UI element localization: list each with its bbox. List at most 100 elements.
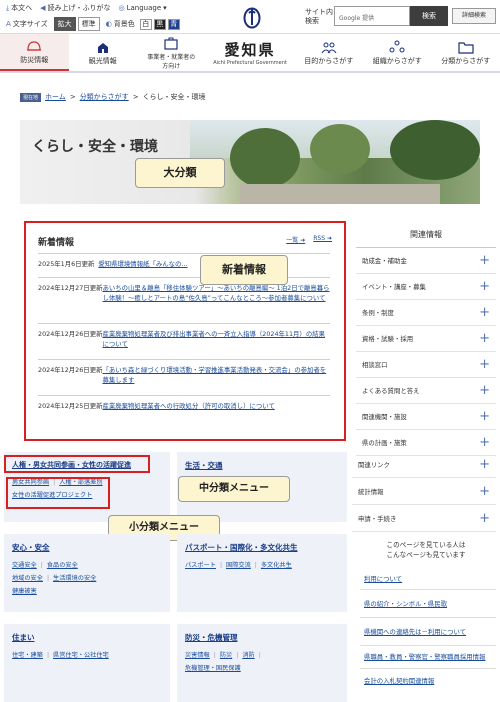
logo-subtitle: Aichi Prefectural Government (213, 60, 287, 66)
sub-category-links: 交通安全 | 食品の安全 地域の安全 | 生活環境の安全 健康被害 (12, 562, 97, 595)
text-size-standard-button[interactable]: 標準 (77, 17, 100, 31)
sub-category-link[interactable]: 多文化共生 (261, 562, 292, 569)
sub-category-highlight (6, 477, 110, 509)
nav-logo[interactable]: 愛知県 Aichi Prefectural Government (206, 34, 295, 71)
nav-disaster-info[interactable]: 防災情報 (0, 34, 69, 71)
plus-icon: + (479, 484, 490, 499)
popular-pages-list: 利用について 県の紹介・シンボル・県民歌 県機関への連絡先は－利用について 県職… (360, 568, 496, 692)
prefecture-emblem-icon (243, 7, 261, 29)
hero-photo-path (240, 184, 440, 204)
language-link[interactable]: ◎ Language ▾ (119, 3, 167, 13)
sidebar-section-statistics[interactable]: 統計情報 + (352, 479, 496, 505)
sidebar-item-consultation[interactable]: 相談窓口 + (356, 352, 496, 378)
mid-category-link[interactable]: 防災・危機管理 (185, 632, 339, 643)
sub-category-links: 災害情報 | 防災 | 消防 | 危機管理・国民保護 (185, 652, 261, 672)
nav-tourism-info[interactable]: 観光情報 (69, 34, 138, 71)
sub-category-link[interactable]: 生活環境の安全 (53, 575, 96, 582)
popular-page-link[interactable]: 会計の入札契約関連情報 (360, 669, 496, 692)
search-button[interactable]: 検索 (410, 6, 448, 26)
read-aloud-link[interactable]: ◀ 読み上げ・ふりがな (40, 3, 110, 13)
popular-page-link[interactable]: 県職員・教員・警察官・警察職員採用情報 (360, 646, 496, 669)
news-title: 新着情報 (38, 238, 75, 248)
bg-white-button[interactable]: 白 (139, 18, 152, 30)
breadcrumb-home[interactable]: ホーム (45, 92, 66, 102)
news-header-links: 一覧 ➜ RSS ➜ (286, 235, 332, 244)
nav-by-category[interactable]: 分類からさがす (432, 34, 500, 71)
utility-links: ⤓ 本文へ ◀ 読み上げ・ふりがな ◎ Language ▾ (6, 3, 167, 13)
popular-page-link[interactable]: 県機関への連絡先は－利用について (360, 618, 496, 646)
plus-icon: + (479, 383, 490, 398)
category-international: パスポート・国際化・多文化共生 パスポート | 国際交流 | 多文化共生 (177, 534, 347, 612)
rss-link[interactable]: RSS ➜ (313, 235, 332, 244)
skip-to-main-link[interactable]: ⤓ 本文へ (6, 3, 32, 13)
news-item-link[interactable]: 産業廃棄物処理業者及び排出事業者への一斉立入指導（2024年11月）の結果につい… (102, 329, 330, 354)
category-disaster-prevention: 防災・危機管理 災害情報 | 防災 | 消防 | 危機管理・国民保護 (177, 624, 347, 702)
castle-icon (97, 42, 108, 53)
sidebar-item-events[interactable]: イベント・講座・募集 + (356, 274, 496, 300)
plus-icon: + (479, 511, 490, 526)
news-section: 新着情報 一覧 ➜ RSS ➜ 2025年1月6日更新 愛知県環境情報紙「みんな… (24, 221, 346, 441)
text-size-icon: A (6, 20, 11, 28)
sub-category-link[interactable]: 危機管理・国民保護 (185, 665, 241, 672)
sub-category-link[interactable]: パスポート (185, 562, 216, 569)
text-size-large-button[interactable]: 拡大 (53, 17, 76, 31)
sub-category-link[interactable]: 防災 (220, 652, 232, 659)
news-item-link[interactable]: 産業廃棄物処理業者への行政処分（許可の取消し）について (102, 401, 274, 416)
background-color-label: 背景色 (113, 20, 135, 28)
news-list-link[interactable]: 一覧 ➜ (286, 235, 305, 244)
hero-photo-tree (390, 120, 480, 180)
sub-category-link[interactable]: 県営住宅・公社住宅 (53, 652, 109, 659)
mid-category-callout: 中分類メニュー (178, 476, 290, 502)
mid-category-link[interactable]: 安心・安全 (12, 542, 162, 553)
sidebar-section-applications[interactable]: 申請・手続き + (352, 506, 496, 532)
sidebar-section-related-links[interactable]: 関連リンク + (352, 452, 496, 478)
current-location-badge: 現在地 (20, 92, 42, 102)
search-input[interactable]: Google 提供 (334, 6, 410, 26)
speaker-icon: ◀ (40, 4, 46, 12)
sub-category-link[interactable]: 食品の安全 (47, 562, 78, 569)
sidebar-item-qualifications[interactable]: 資格・試験・採用 + (356, 326, 496, 352)
mid-category-link[interactable]: 住まい (12, 632, 162, 643)
news-item: 2024年12月26日更新 産業廃棄物処理業者及び排出事業者への一斉立入指導（2… (38, 323, 330, 359)
nav-by-organization[interactable]: 組織からさがす (363, 34, 432, 71)
nav-by-purpose[interactable]: 目的からさがす (295, 34, 364, 71)
mid-category-link[interactable]: パスポート・国際化・多文化共生 (185, 542, 339, 553)
category-safety: 安心・安全 交通安全 | 食品の安全 地域の安全 | 生活環境の安全 健康被害 (4, 534, 170, 612)
plus-icon: + (479, 357, 490, 372)
popular-pages-heading: このページを見ている人は こんなページも見ています (386, 541, 466, 559)
news-item-link[interactable]: 「あいち森と緑づくり環境活動・学習推進事業活動発表・交流会」の参加者を募集します (102, 365, 330, 390)
arrow-down-icon: ⤓ (6, 3, 10, 12)
popular-page-link[interactable]: 利用について (360, 568, 496, 590)
page-title: くらし・安全・環境 (32, 139, 158, 155)
arrow-circle-icon: ➜ (326, 235, 332, 242)
sub-category-link[interactable]: 交通安全 (12, 562, 37, 569)
bg-blue-button[interactable]: 青 (167, 18, 180, 30)
news-item-link[interactable]: あいちの山里＆離島「移住体験ツアー」～あいちの離島編～ 1泊2日で離島暮らし体験… (102, 283, 330, 318)
sub-category-link[interactable]: 地域の安全 (12, 575, 43, 582)
sub-category-link[interactable]: 健康被害 (12, 588, 37, 595)
sub-category-link[interactable]: 災害情報 (185, 652, 210, 659)
mid-category-link[interactable]: 生活・交通 (185, 460, 339, 471)
news-item-link[interactable]: 愛知県環境情報紙「みんなの... (98, 259, 187, 272)
nav-business[interactable]: 事業者・就業者の方向け (137, 34, 206, 71)
folder-icon (458, 41, 474, 54)
sidebar-item-ordinances[interactable]: 条例・制度 + (356, 300, 496, 326)
plus-icon: + (479, 331, 490, 346)
sub-category-link[interactable]: 住宅・建築 (12, 652, 43, 659)
bg-black-button[interactable]: 黒 (153, 18, 166, 30)
site-logo[interactable] (202, 5, 302, 31)
popular-page-link[interactable]: 県の紹介・シンボル・県民歌 (360, 590, 496, 618)
sidebar-item-facilities[interactable]: 関連機関・施設 + (356, 404, 496, 430)
breadcrumb-category[interactable]: 分類からさがす (80, 92, 129, 102)
sidebar-item-grants[interactable]: 助成金・補助金 + (356, 248, 496, 274)
sub-category-link[interactable]: 消防 (242, 652, 254, 659)
category-housing: 住まい 住宅・建築 | 県営住宅・公社住宅 (4, 624, 170, 702)
advanced-search-button[interactable]: 詳細検索 (452, 8, 496, 24)
text-size-label: 文字サイズ (12, 20, 48, 28)
sub-category-link[interactable]: 国際交流 (226, 562, 251, 569)
sub-category-links: 住宅・建築 | 県営住宅・公社住宅 (12, 652, 109, 659)
sidebar-item-faq[interactable]: よくある質問と答え + (356, 378, 496, 404)
global-nav: 防災情報 観光情報 事業者・就業者の方向け 愛知県 Aichi Prefectu… (0, 33, 500, 73)
related-info-sidebar: 関連情報 助成金・補助金 + イベント・講座・募集 + 条例・制度 + 資格・試験・採… (356, 221, 496, 456)
people-icon (321, 42, 337, 53)
